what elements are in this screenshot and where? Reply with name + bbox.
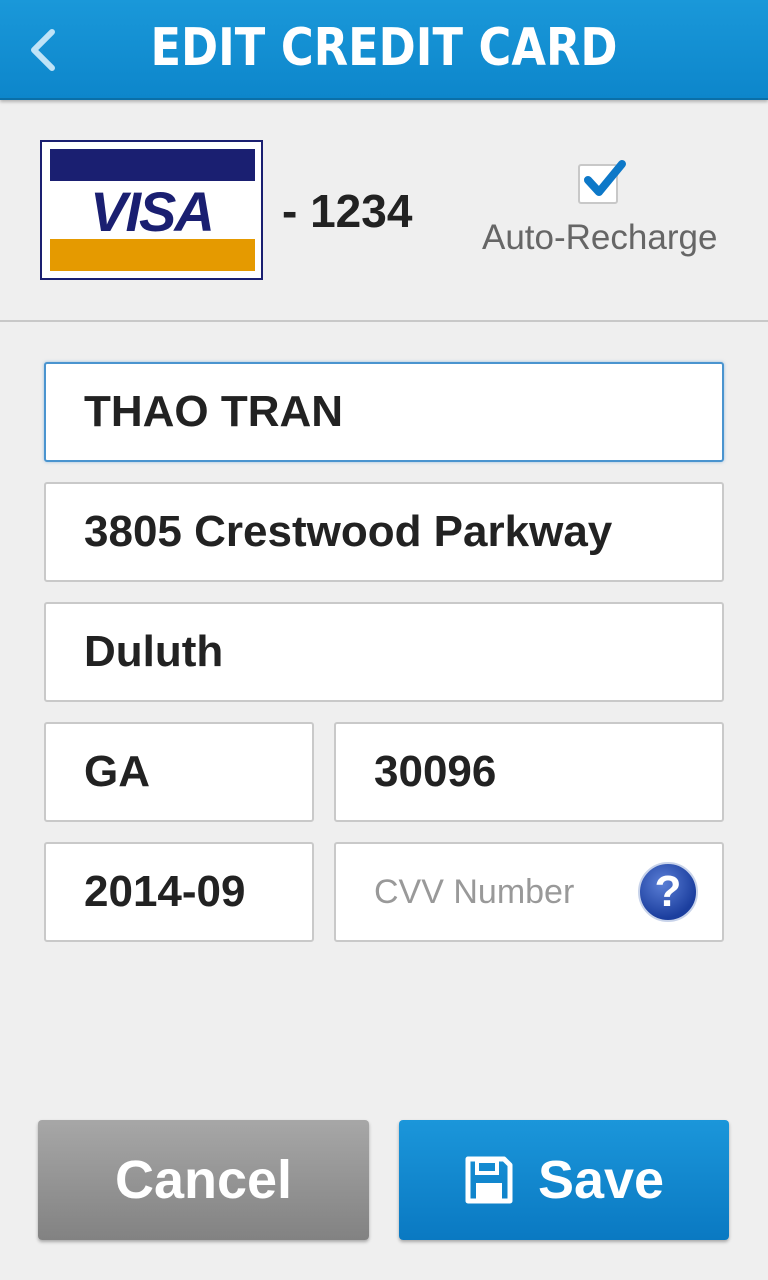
save-label: Save (537, 1150, 665, 1210)
name-field[interactable]: THAO TRAN (44, 362, 724, 462)
visa-gold-band (50, 239, 255, 271)
expiry-field[interactable]: 2014-09 (44, 842, 314, 942)
visa-blue-band (50, 149, 255, 181)
auto-recharge-label: Auto-Recharge (482, 218, 718, 257)
visa-brand-text: VISA (90, 180, 215, 243)
zip-field[interactable]: 30096 (334, 722, 724, 822)
visa-logo: VISA (40, 140, 263, 280)
auto-recharge-checkbox[interactable] (578, 160, 626, 204)
page-title: EDIT CREDIT CARD (150, 18, 618, 78)
cvv-placeholder: CVV Number (374, 872, 575, 911)
divider (0, 320, 768, 322)
cancel-button[interactable]: Cancel (38, 1120, 369, 1240)
floppy-disk-icon (465, 1156, 513, 1204)
city-field[interactable]: Duluth (44, 602, 724, 702)
header-bar: EDIT CREDIT CARD (0, 0, 768, 100)
help-icon[interactable]: ? (638, 862, 698, 922)
cancel-label: Cancel (114, 1150, 293, 1210)
card-summary: VISA - 1234 Auto-Recharge (0, 102, 768, 320)
cvv-field[interactable]: CVV Number ? (334, 842, 724, 942)
card-last-four: - 1234 (282, 185, 413, 237)
address-field[interactable]: 3805 Crestwood Parkway (44, 482, 724, 582)
save-button[interactable]: Save (399, 1120, 729, 1240)
state-field[interactable]: GA (44, 722, 314, 822)
checkmark-icon (584, 160, 626, 196)
